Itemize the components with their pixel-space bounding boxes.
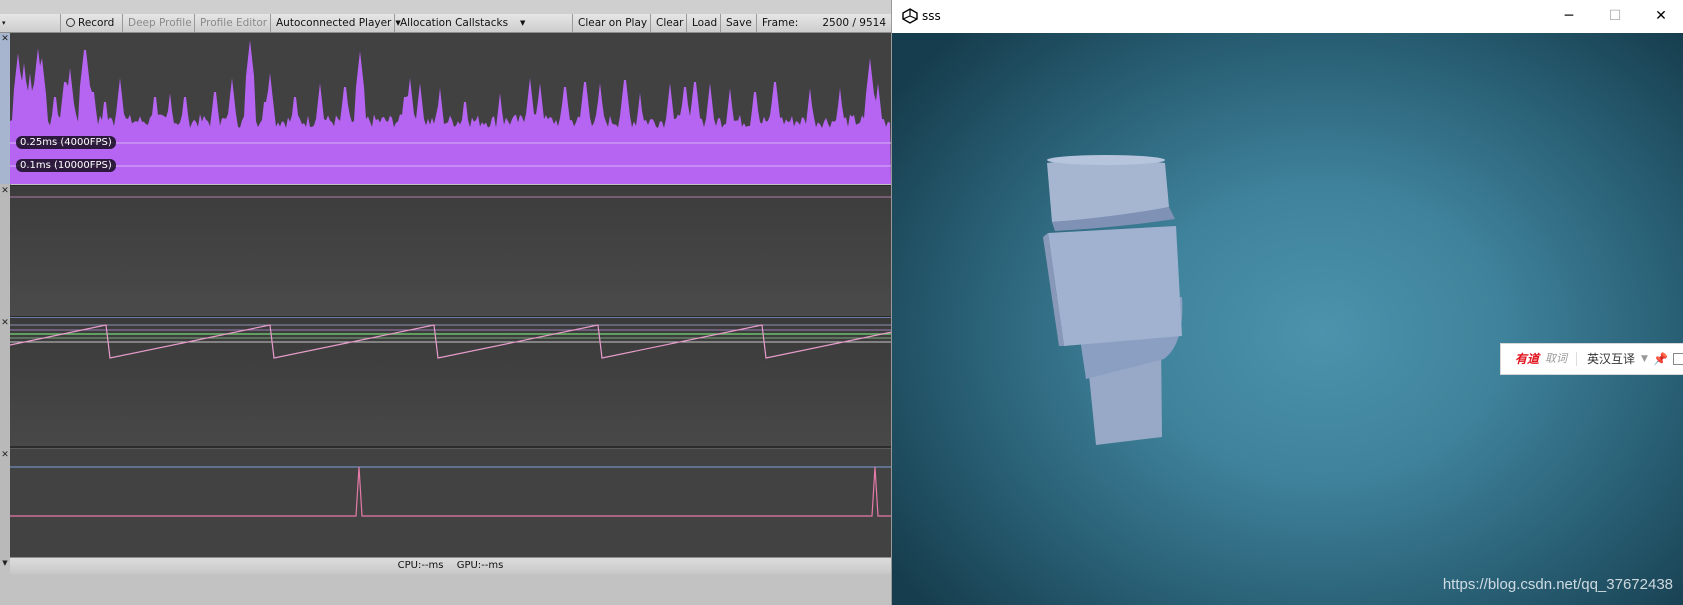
chevron-down-icon[interactable]: ▼	[1641, 344, 1648, 374]
pin-icon[interactable]: 📌	[1653, 344, 1668, 374]
details-panel	[0, 574, 891, 605]
close-icon[interactable]: ✕	[0, 34, 10, 44]
cpu-usage-area	[10, 40, 891, 184]
record-label: Record	[78, 17, 115, 29]
game-window: sss ─ ☐ ✕ 有道 取词 英汉互译 ▼ 📌 https://blog.cs…	[891, 0, 1683, 605]
load-button[interactable]: Load	[686, 14, 720, 32]
scroll-down-icon[interactable]: ▼	[0, 558, 10, 568]
cpu-usage-lane[interactable]: 0.25ms (4000FPS) 0.1ms (10000FPS)	[10, 33, 891, 184]
youdao-logo: 有道	[1515, 352, 1540, 366]
window-icon[interactable]	[1673, 353, 1683, 365]
memory-graph	[10, 317, 891, 359]
memory-lane[interactable]	[10, 316, 891, 447]
profiler-window: ▾ Record Deep Profile Profile Editor Aut…	[0, 0, 891, 605]
close-icon[interactable]: ✕	[0, 318, 10, 328]
divider	[1576, 352, 1577, 366]
menu-dropdown-button[interactable]: ▾	[0, 14, 12, 32]
frame-counter: 2500 / 9514	[822, 17, 886, 29]
connected-player-dropdown[interactable]: Autoconnected Player ▼	[270, 14, 401, 32]
series-line	[10, 466, 891, 517]
profile-editor-button[interactable]: Profile Editor	[194, 14, 270, 32]
game-viewport[interactable]: 有道 取词 英汉互译 ▼ 📌 https://blog.csdn.net/qq_…	[892, 33, 1683, 605]
unity-icon	[902, 8, 918, 24]
audio-lane[interactable]	[10, 448, 891, 557]
minimize-button[interactable]: ─	[1546, 0, 1592, 33]
allocation-callstacks-label: Allocation Callstacks	[400, 17, 509, 29]
fps-marker-label: 0.1ms (10000FPS)	[16, 159, 116, 172]
chevron-down-icon: ▼	[520, 19, 526, 27]
close-button[interactable]: ✕	[1638, 0, 1683, 33]
profiler-status-bar: CPU:--ms GPU:--ms	[10, 557, 891, 574]
clear-on-play-toggle[interactable]: Clear on Play	[572, 14, 650, 32]
save-button[interactable]: Save	[720, 14, 756, 32]
gpu-time: GPU:--ms	[456, 560, 504, 571]
cpu-time: CPU:--ms	[397, 560, 444, 571]
rendering-lane[interactable]	[10, 185, 891, 316]
word-capture-toggle[interactable]: 取词	[1545, 344, 1567, 374]
audio-graph	[10, 466, 891, 517]
connected-player-label: Autoconnected Player	[276, 17, 392, 29]
model-part	[1048, 226, 1182, 346]
translate-mode-dropdown[interactable]: 英汉互译	[1587, 344, 1635, 374]
toolbar-top-strip	[0, 0, 891, 14]
record-icon	[66, 18, 75, 27]
clear-button[interactable]: Clear	[650, 14, 686, 32]
close-icon[interactable]: ✕	[0, 186, 10, 196]
cpu-usage-graph	[10, 40, 891, 184]
deep-profile-button[interactable]: Deep Profile	[122, 14, 194, 32]
watermark: https://blog.csdn.net/qq_37672438	[1442, 576, 1673, 593]
youdao-popup[interactable]: 有道 取词 英汉互译 ▼ 📌	[1500, 343, 1683, 375]
3d-model	[1043, 155, 1183, 445]
profiler-toolbar: ▾ Record Deep Profile Profile Editor Aut…	[0, 14, 891, 33]
title-bar[interactable]: sss ─ ☐ ✕	[892, 0, 1683, 34]
fps-marker-label: 0.25ms (4000FPS)	[16, 136, 116, 149]
maximize-button[interactable]: ☐	[1592, 0, 1638, 33]
model-part	[1047, 155, 1165, 165]
rendering-graph	[10, 196, 891, 198]
close-icon[interactable]: ✕	[0, 450, 10, 460]
allocation-callstacks-dropdown[interactable]: Allocation Callstacks ▼	[394, 14, 526, 32]
window-title: sss	[922, 9, 941, 23]
cpu-lane-selector[interactable]	[0, 33, 10, 184]
record-button[interactable]: Record	[60, 14, 122, 32]
frame-label: Frame:	[756, 14, 816, 32]
